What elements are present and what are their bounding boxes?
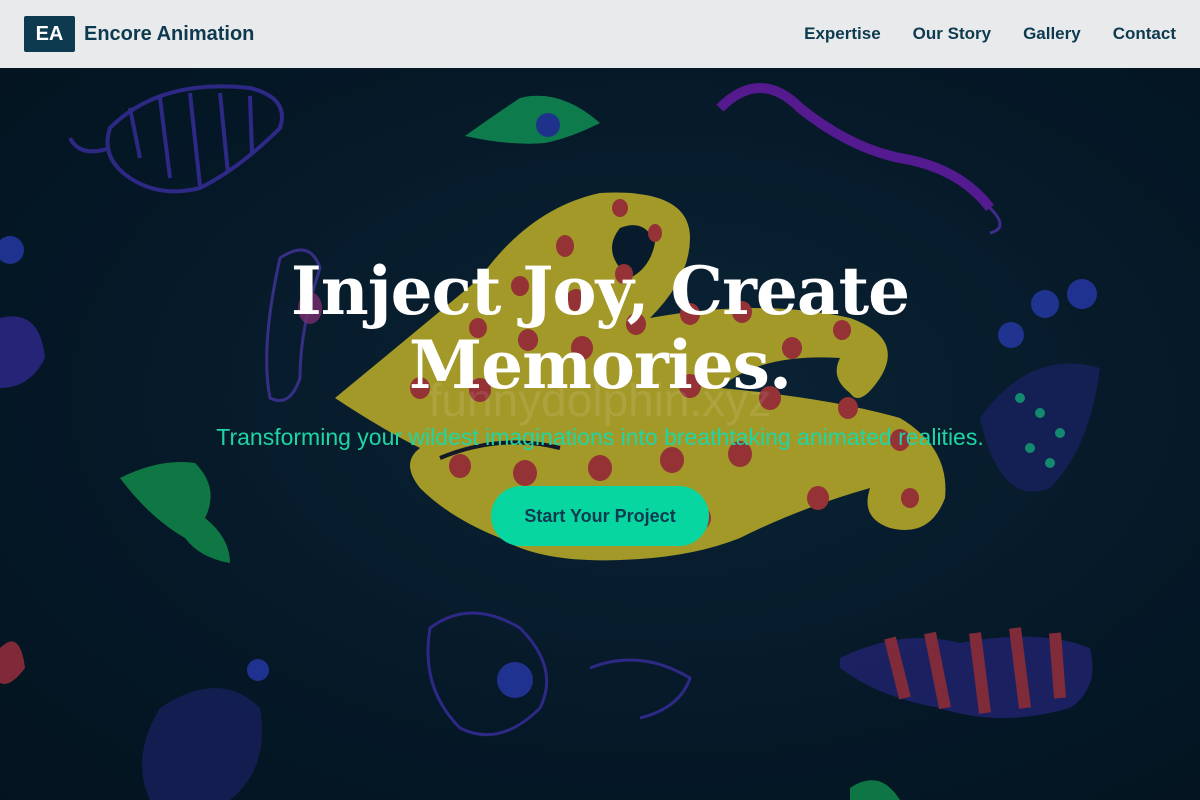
nav-link-gallery[interactable]: Gallery [1023,24,1081,44]
nav-link-our-story[interactable]: Our Story [913,24,991,44]
hero-subheadline: Transforming your wildest imaginations i… [216,424,984,450]
hero-content: funnydolphin.xyz Inject Joy, Create Memo… [0,68,1200,800]
nav-link-expertise[interactable]: Expertise [804,24,881,44]
logo[interactable]: EA [24,16,75,52]
start-project-button[interactable]: Start Your Project [491,486,709,546]
brand-name[interactable]: Encore Animation [84,23,254,46]
site-header: EA Encore Animation Expertise Our Story … [0,0,1200,68]
hero-headline: Inject Joy, Create Memories. [200,254,1000,402]
headline-line-1: Inject Joy, Create [290,252,910,330]
brand[interactable]: EA Encore Animation [24,16,254,52]
main-nav: Expertise Our Story Gallery Contact [804,24,1176,44]
headline-line-2: Memories. [409,326,792,404]
nav-link-contact[interactable]: Contact [1113,24,1176,44]
hero-section: funnydolphin.xyz Inject Joy, Create Memo… [0,68,1200,800]
